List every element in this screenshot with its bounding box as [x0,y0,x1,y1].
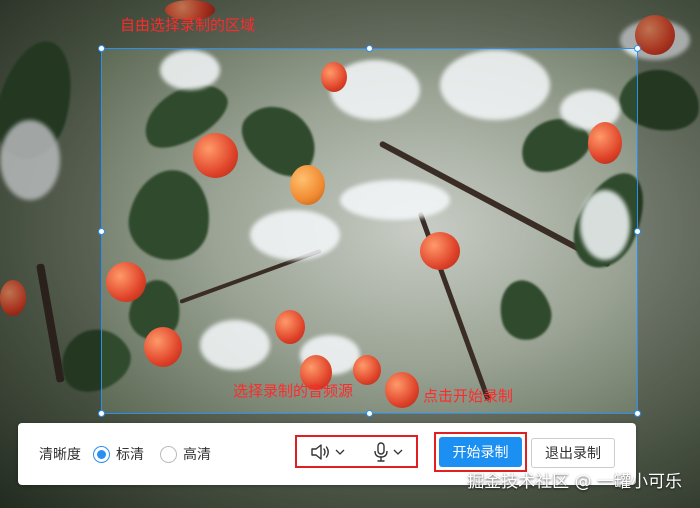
dim-overlay-left [0,48,101,414]
quality-option-label: 标清 [116,447,144,463]
radio-indicator[interactable] [160,445,177,463]
quality-option-label: 高清 [183,447,211,463]
speaker-icon [311,443,330,460]
radio-indicator[interactable] [93,445,110,463]
start-recording-button[interactable]: 开始录制 [439,437,522,467]
resize-handle-top-left[interactable] [98,45,105,52]
chevron-down-icon [335,449,345,455]
dim-overlay-right [638,48,700,414]
annotation-click-start: 点击开始录制 [423,387,514,405]
start-button-highlight: 开始录制 [434,432,527,472]
recording-region[interactable] [98,45,641,417]
speaker-dropdown[interactable] [310,442,345,462]
quality-option-standard[interactable]: 标清 [93,444,144,464]
resize-handle-top-right[interactable] [634,45,641,52]
watermark: 掘金技术社区 @ 一罐小可乐 [467,472,682,492]
resize-handle-bottom-left[interactable] [98,410,105,417]
resize-handle-bottom[interactable] [366,410,373,417]
resize-handle-right[interactable] [634,228,641,235]
microphone-dropdown[interactable] [372,441,403,463]
exit-recording-button[interactable]: 退出录制 [531,438,615,468]
annotation-select-region: 自由选择录制的区域 [120,16,256,34]
resize-handle-top[interactable] [366,45,373,52]
quality-label: 清晰度 [39,447,81,463]
resize-handle-left[interactable] [98,228,105,235]
chevron-down-icon [393,449,403,455]
microphone-icon [374,441,388,462]
annotation-select-device: 选择录制的音频源 [233,382,354,400]
quality-option-high[interactable]: 高清 [160,444,211,464]
resize-handle-bottom-right[interactable] [634,410,641,417]
audio-source-group [295,435,418,468]
dim-overlay-top [0,0,700,48]
